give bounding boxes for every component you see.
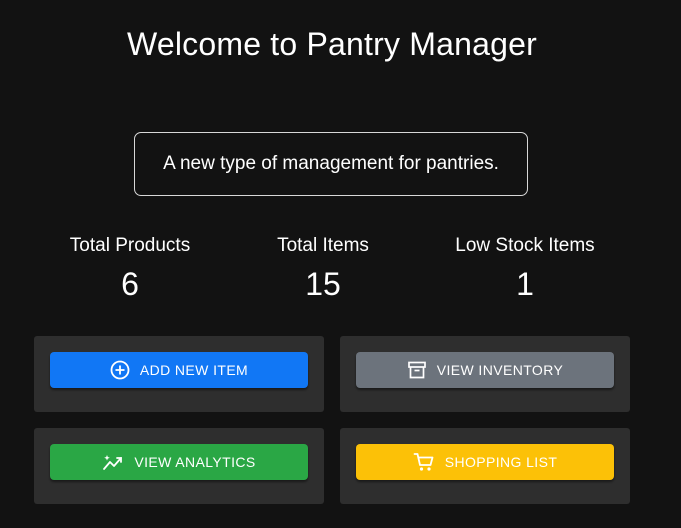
stat-label: Total Items xyxy=(277,235,369,256)
button-label: VIEW INVENTORY xyxy=(436,362,564,378)
add-new-item-button[interactable]: ADD NEW ITEM xyxy=(50,352,308,388)
stat-total-products: Total Products 6 xyxy=(30,234,230,304)
shopping-list-button[interactable]: SHOPPING LIST xyxy=(356,444,614,480)
plus-circle-icon xyxy=(110,360,130,380)
page-title: Welcome to Pantry Manager xyxy=(127,26,537,62)
stat-value: 15 xyxy=(305,266,341,302)
button-label: SHOPPING LIST xyxy=(444,454,558,470)
stat-label: Total Products xyxy=(69,235,191,256)
view-inventory-card: VIEW INVENTORY xyxy=(340,336,630,412)
pantry-manager-page: Welcome to Pantry Manager A new type of … xyxy=(0,0,681,528)
shopping-list-card: SHOPPING LIST xyxy=(340,428,630,504)
view-analytics-card: VIEW ANALYTICS xyxy=(34,428,324,504)
stat-value: 1 xyxy=(516,266,534,302)
button-label: VIEW ANALYTICS xyxy=(134,454,256,470)
view-inventory-button[interactable]: VIEW INVENTORY xyxy=(356,352,614,388)
stat-value: 6 xyxy=(121,266,139,302)
stat-total-items: Total Items 15 xyxy=(223,234,423,304)
shopping-cart-icon xyxy=(413,452,435,472)
add-item-card: ADD NEW ITEM xyxy=(34,336,324,412)
button-label: ADD NEW ITEM xyxy=(139,362,249,378)
tagline-box: A new type of management for pantries. xyxy=(134,132,528,196)
stat-label: Low Stock Items xyxy=(455,235,595,256)
stat-low-stock-items: Low Stock Items 1 xyxy=(425,234,625,304)
archive-box-icon xyxy=(407,360,427,380)
view-analytics-button[interactable]: VIEW ANALYTICS xyxy=(50,444,308,480)
trending-up-sparkle-icon xyxy=(102,452,124,472)
tagline-text: A new type of management for pantries. xyxy=(163,153,499,174)
